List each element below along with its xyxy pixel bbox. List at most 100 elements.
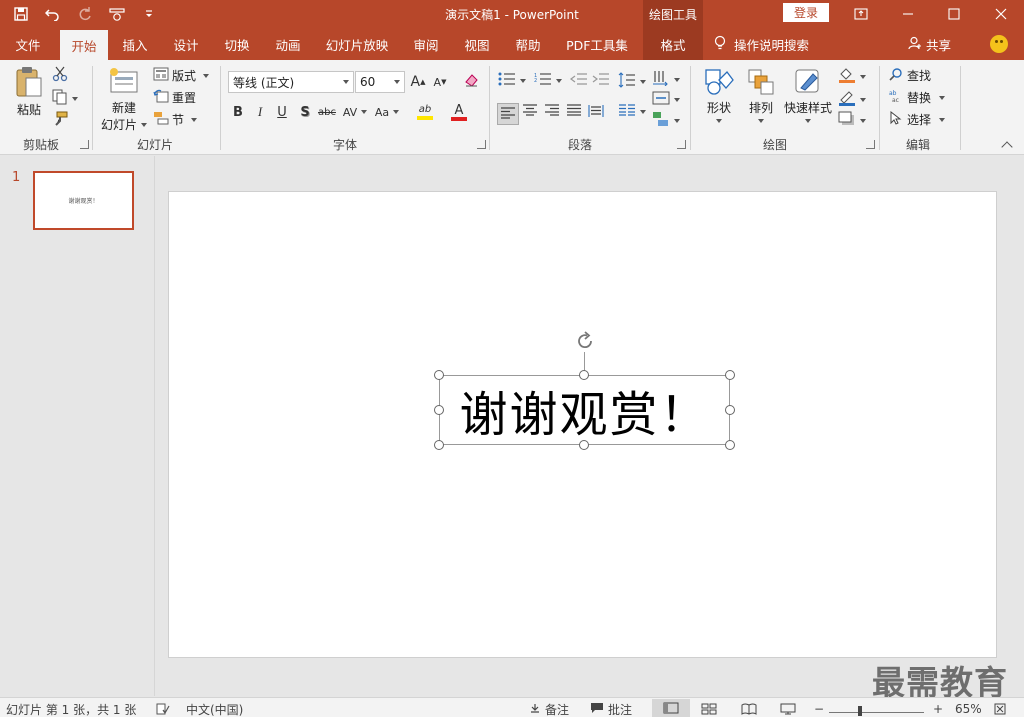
resize-handle-se[interactable] [725, 440, 735, 450]
line-spacing-button[interactable] [618, 72, 646, 91]
copy-dropdown-icon[interactable] [72, 96, 78, 101]
font-launcher-icon[interactable] [477, 140, 486, 149]
bullets-button[interactable] [498, 72, 526, 89]
slide-sorter-view-icon[interactable] [701, 701, 717, 717]
share-button[interactable]: 共享 [908, 28, 951, 60]
layout-button[interactable]: 版式 [153, 67, 210, 84]
text-shadow-button[interactable]: S [295, 102, 315, 122]
align-right-button[interactable] [544, 104, 560, 119]
font-size-combo[interactable]: 60 [355, 71, 405, 93]
tell-me-search[interactable]: 操作说明搜索 [714, 28, 809, 60]
arrange-button[interactable]: 排列 [745, 66, 777, 123]
underline-button[interactable]: U [272, 102, 292, 122]
shrink-font-button[interactable]: A ▼ [430, 72, 450, 92]
reset-button[interactable]: 重置 [153, 89, 196, 106]
shape-outline-button[interactable] [838, 89, 866, 110]
tab-file[interactable]: 文件 [4, 28, 52, 60]
resize-handle-e[interactable] [725, 405, 735, 415]
normal-view-button[interactable] [652, 699, 690, 717]
comments-button[interactable]: 批注 [590, 701, 632, 717]
tab-animations[interactable]: 动画 [264, 28, 312, 60]
close-icon[interactable] [978, 0, 1024, 28]
ribbon-display-options-icon[interactable] [838, 0, 884, 28]
notes-button[interactable]: 备注 [529, 701, 569, 717]
tab-insert[interactable]: 插入 [112, 28, 158, 60]
paste-button[interactable]: 粘贴 [12, 66, 46, 118]
slide-text[interactable]: 谢谢观赏！ [459, 375, 709, 445]
resize-handle-nw[interactable] [434, 370, 444, 380]
shapes-button[interactable]: 形状 [700, 66, 738, 123]
zoom-slider-thumb[interactable] [858, 706, 862, 716]
copy-button[interactable] [52, 89, 78, 108]
character-spacing-button[interactable]: AV [340, 102, 370, 122]
start-from-beginning-icon[interactable] [104, 2, 130, 26]
drawing-launcher-icon[interactable] [866, 140, 875, 149]
tab-review[interactable]: 审阅 [402, 28, 450, 60]
numbering-button[interactable]: 12 [534, 72, 562, 89]
bold-button[interactable]: B [228, 102, 248, 122]
redo-icon[interactable] [72, 2, 98, 26]
italic-button[interactable]: I [250, 102, 270, 122]
new-slide-button[interactable]: 新建 幻灯片 [100, 66, 148, 133]
resize-handle-sw[interactable] [434, 440, 444, 450]
find-button[interactable]: 查找 [889, 67, 931, 84]
zoom-in-button[interactable]: + [933, 701, 943, 717]
grow-font-button[interactable]: A ▲ [408, 72, 428, 92]
resize-handle-ne[interactable] [725, 370, 735, 380]
shape-fill-button[interactable] [838, 66, 866, 87]
clear-formatting-button[interactable] [461, 72, 481, 92]
zoom-level[interactable]: 65% [955, 701, 982, 717]
font-color-button[interactable]: A [446, 102, 472, 122]
feedback-smiley-icon[interactable] [990, 35, 1008, 53]
columns-button[interactable] [618, 104, 646, 119]
reading-view-icon[interactable] [741, 701, 757, 717]
rotate-handle-icon[interactable] [574, 330, 596, 352]
maximize-icon[interactable] [931, 0, 977, 28]
tab-view[interactable]: 视图 [453, 28, 501, 60]
justify-button[interactable] [566, 104, 582, 119]
vertical-scrollbar[interactable] [1014, 156, 1024, 696]
strikethrough-button[interactable]: abc [317, 102, 337, 122]
customize-qat-icon[interactable] [136, 2, 162, 26]
align-center-button[interactable] [522, 104, 538, 119]
tab-design[interactable]: 设计 [162, 28, 210, 60]
minimize-icon[interactable] [885, 0, 931, 28]
tab-home[interactable]: 开始 [60, 30, 108, 60]
align-text-button[interactable] [652, 91, 680, 108]
paragraph-launcher-icon[interactable] [677, 140, 686, 149]
slideshow-view-icon[interactable] [780, 701, 796, 717]
resize-handle-n[interactable] [579, 370, 589, 380]
save-icon[interactable] [8, 2, 34, 26]
quick-styles-button[interactable]: 快速样式 [782, 66, 834, 123]
align-left-button[interactable] [497, 103, 519, 125]
new-slide-dropdown-icon[interactable] [141, 122, 147, 127]
shape-effects-button[interactable] [838, 111, 866, 130]
cut-button[interactable] [52, 66, 68, 85]
spelling-check-icon[interactable] [156, 701, 170, 717]
tab-help[interactable]: 帮助 [504, 28, 552, 60]
replace-button[interactable]: ab ac 替换 [889, 89, 946, 106]
fit-to-window-icon[interactable] [994, 701, 1006, 717]
resize-handle-s[interactable] [579, 440, 589, 450]
format-painter-button[interactable] [52, 111, 68, 130]
decrease-indent-button[interactable] [570, 72, 588, 89]
language-status[interactable]: 中文(中国) [186, 701, 243, 717]
tab-slideshow[interactable]: 幻灯片放映 [318, 28, 396, 60]
zoom-slider-track[interactable] [829, 712, 924, 713]
resize-handle-w[interactable] [434, 405, 444, 415]
distributed-button[interactable] [588, 104, 604, 121]
tab-transitions[interactable]: 切换 [214, 28, 260, 60]
smartart-button[interactable] [652, 111, 680, 130]
slide-thumbnail[interactable]: 谢谢观赏！ [33, 171, 134, 230]
highlight-button[interactable]: ab [412, 102, 438, 122]
text-direction-button[interactable] [652, 70, 680, 89]
login-button[interactable]: 登录 [783, 3, 829, 22]
zoom-out-button[interactable]: − [814, 701, 824, 717]
select-button[interactable]: 选择 [889, 110, 946, 128]
change-case-button[interactable]: Aa [372, 102, 402, 122]
slide-textbox[interactable]: 谢谢观赏！ [439, 375, 730, 445]
undo-icon[interactable] [40, 2, 66, 26]
tab-format[interactable]: 格式 [643, 28, 703, 60]
clipboard-launcher-icon[interactable] [80, 140, 89, 149]
increase-indent-button[interactable] [592, 72, 610, 89]
